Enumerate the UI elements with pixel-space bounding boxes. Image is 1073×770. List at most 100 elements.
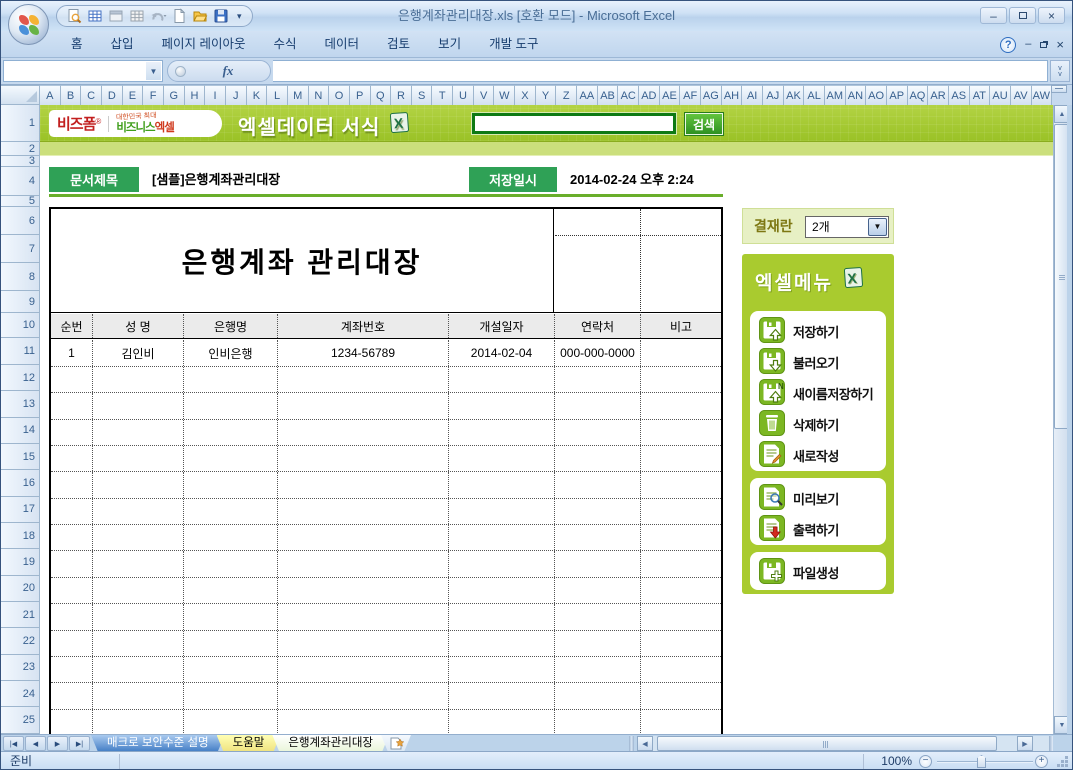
empty-row-11-cell-3[interactable] [277,656,448,683]
horizontal-scroll-thumb[interactable] [657,736,997,751]
row-header-25[interactable]: 25 [1,707,40,734]
column-header-AS[interactable]: AS [948,85,970,105]
ribbon-tab-6[interactable]: 보기 [424,31,475,58]
empty-row-3-cell-0[interactable] [51,446,92,471]
column-header-AA[interactable]: AA [577,85,598,105]
workbook-close-button[interactable]: × [1056,38,1064,51]
empty-row-2-cell-5[interactable] [554,419,640,446]
select-all-corner[interactable] [1,85,40,105]
empty-row-11-cell-1[interactable] [92,656,183,683]
empty-row-12-cell-5[interactable] [554,683,640,709]
empty-row-1-cell-0[interactable] [51,393,92,418]
sheet-nav-next-icon[interactable]: ▶ [47,736,68,751]
empty-row-9-cell-1[interactable] [92,604,183,630]
name-box-dropdown-icon[interactable]: ▼ [146,62,161,80]
empty-row-4-cell-6[interactable] [640,472,721,498]
empty-row-8-cell-5[interactable] [554,577,640,604]
column-header-AE[interactable]: AE [659,85,681,105]
empty-row-7-cell-5[interactable] [554,551,640,577]
empty-row-3-cell-2[interactable] [183,446,277,472]
empty-row-0-cell-0[interactable] [51,367,92,392]
column-header-C[interactable]: C [81,85,102,105]
empty-row-0-cell-3[interactable] [277,367,448,393]
row-header-23[interactable]: 23 [1,654,40,682]
empty-row-12-cell-0[interactable] [51,683,92,708]
column-header-M[interactable]: M [287,85,309,105]
save-icon[interactable] [212,7,230,25]
column-header-V[interactable]: V [473,85,495,105]
empty-row-3-cell-3[interactable] [277,446,448,472]
row-header-8[interactable]: 8 [1,263,40,291]
row-header-24[interactable]: 24 [1,681,40,708]
sheet-nav-last-icon[interactable]: ▶| [69,736,90,751]
row-header-5[interactable]: 5 [1,195,40,207]
empty-row-10-cell-0[interactable] [51,631,92,656]
row-header-11[interactable]: 11 [1,338,40,365]
empty-row-9-cell-4[interactable] [448,604,554,630]
zoom-slider-thumb[interactable] [977,755,986,768]
empty-row-12-cell-6[interactable] [640,683,721,709]
row-header-16[interactable]: 16 [1,470,40,497]
undo-icon[interactable] [149,7,167,25]
empty-row-1-cell-5[interactable] [554,393,640,419]
menu-item-출력하기[interactable]: 출력하기 [759,514,886,545]
empty-row-8-cell-6[interactable] [640,577,721,604]
table-row-0-cell-6[interactable] [640,340,721,366]
empty-row-6-cell-1[interactable] [92,525,183,551]
row-header-6[interactable]: 6 [1,207,40,235]
column-header-J[interactable]: J [225,85,247,105]
ribbon-tab-5[interactable]: 검토 [373,31,424,58]
empty-row-6-cell-4[interactable] [448,525,554,551]
empty-row-2-cell-2[interactable] [183,419,277,446]
empty-row-0-cell-6[interactable] [640,367,721,393]
column-header-K[interactable]: K [246,85,268,105]
column-header-AW[interactable]: AW [1031,85,1053,105]
ribbon-tab-7[interactable]: 개발 도구 [475,31,552,58]
column-header-AC[interactable]: AC [618,85,640,105]
column-header-I[interactable]: I [205,85,226,105]
name-box[interactable]: ▼ [3,60,163,82]
empty-row-6-cell-2[interactable] [183,525,277,551]
column-header-H[interactable]: H [184,85,206,105]
sheet-nav-first-icon[interactable]: |◀ [3,736,24,751]
empty-row-7-cell-6[interactable] [640,551,721,577]
table-row-0-cell-3[interactable]: 1234-56789 [277,340,448,366]
empty-row-8-cell-4[interactable] [448,577,554,604]
empty-row-2-cell-6[interactable] [640,419,721,446]
empty-row-5-cell-3[interactable] [277,498,448,525]
column-header-AL[interactable]: AL [804,85,825,105]
menu-item-저장하기[interactable]: 저장하기 [759,316,886,347]
empty-row-5-cell-1[interactable] [92,498,183,525]
empty-row-5-cell-4[interactable] [448,498,554,525]
window-icon[interactable] [107,7,125,25]
row-header-7[interactable]: 7 [1,235,40,263]
empty-row-3-cell-4[interactable] [448,446,554,472]
empty-row-9-cell-0[interactable] [51,604,92,629]
empty-row-11-cell-6[interactable] [640,656,721,683]
expand-formula-bar-icon[interactable]: vv [1050,60,1070,82]
menu-item-불러오기[interactable]: 불러오기 [759,347,886,378]
qat-more-icon[interactable]: ▾ [237,11,242,22]
column-header-F[interactable]: F [143,85,164,105]
empty-row-6-cell-5[interactable] [554,525,640,551]
menu-item-파일생성[interactable]: 파일생성 [759,557,886,588]
new-document-icon[interactable] [170,7,188,25]
search-input[interactable] [472,113,676,134]
empty-row-10-cell-6[interactable] [640,630,721,656]
row-header-9[interactable]: 9 [1,291,40,313]
column-header-S[interactable]: S [411,85,433,105]
empty-row-8-cell-0[interactable] [51,578,92,603]
table-row-0-cell-5[interactable]: 000-000-0000 [554,340,640,366]
empty-row-13-cell-5[interactable] [554,709,640,734]
table-row-0-cell-1[interactable]: 김인비 [92,340,183,366]
column-header-AQ[interactable]: AQ [907,85,929,105]
row-header-19[interactable]: 19 [1,549,40,576]
empty-row-4-cell-3[interactable] [277,472,448,498]
scroll-left-icon[interactable]: ◀ [637,736,653,751]
grid-icon[interactable] [128,7,146,25]
empty-row-6-cell-6[interactable] [640,525,721,551]
column-header-AM[interactable]: AM [824,85,846,105]
column-header-W[interactable]: W [494,85,516,105]
empty-row-4-cell-2[interactable] [183,472,277,498]
empty-row-2-cell-4[interactable] [448,419,554,446]
